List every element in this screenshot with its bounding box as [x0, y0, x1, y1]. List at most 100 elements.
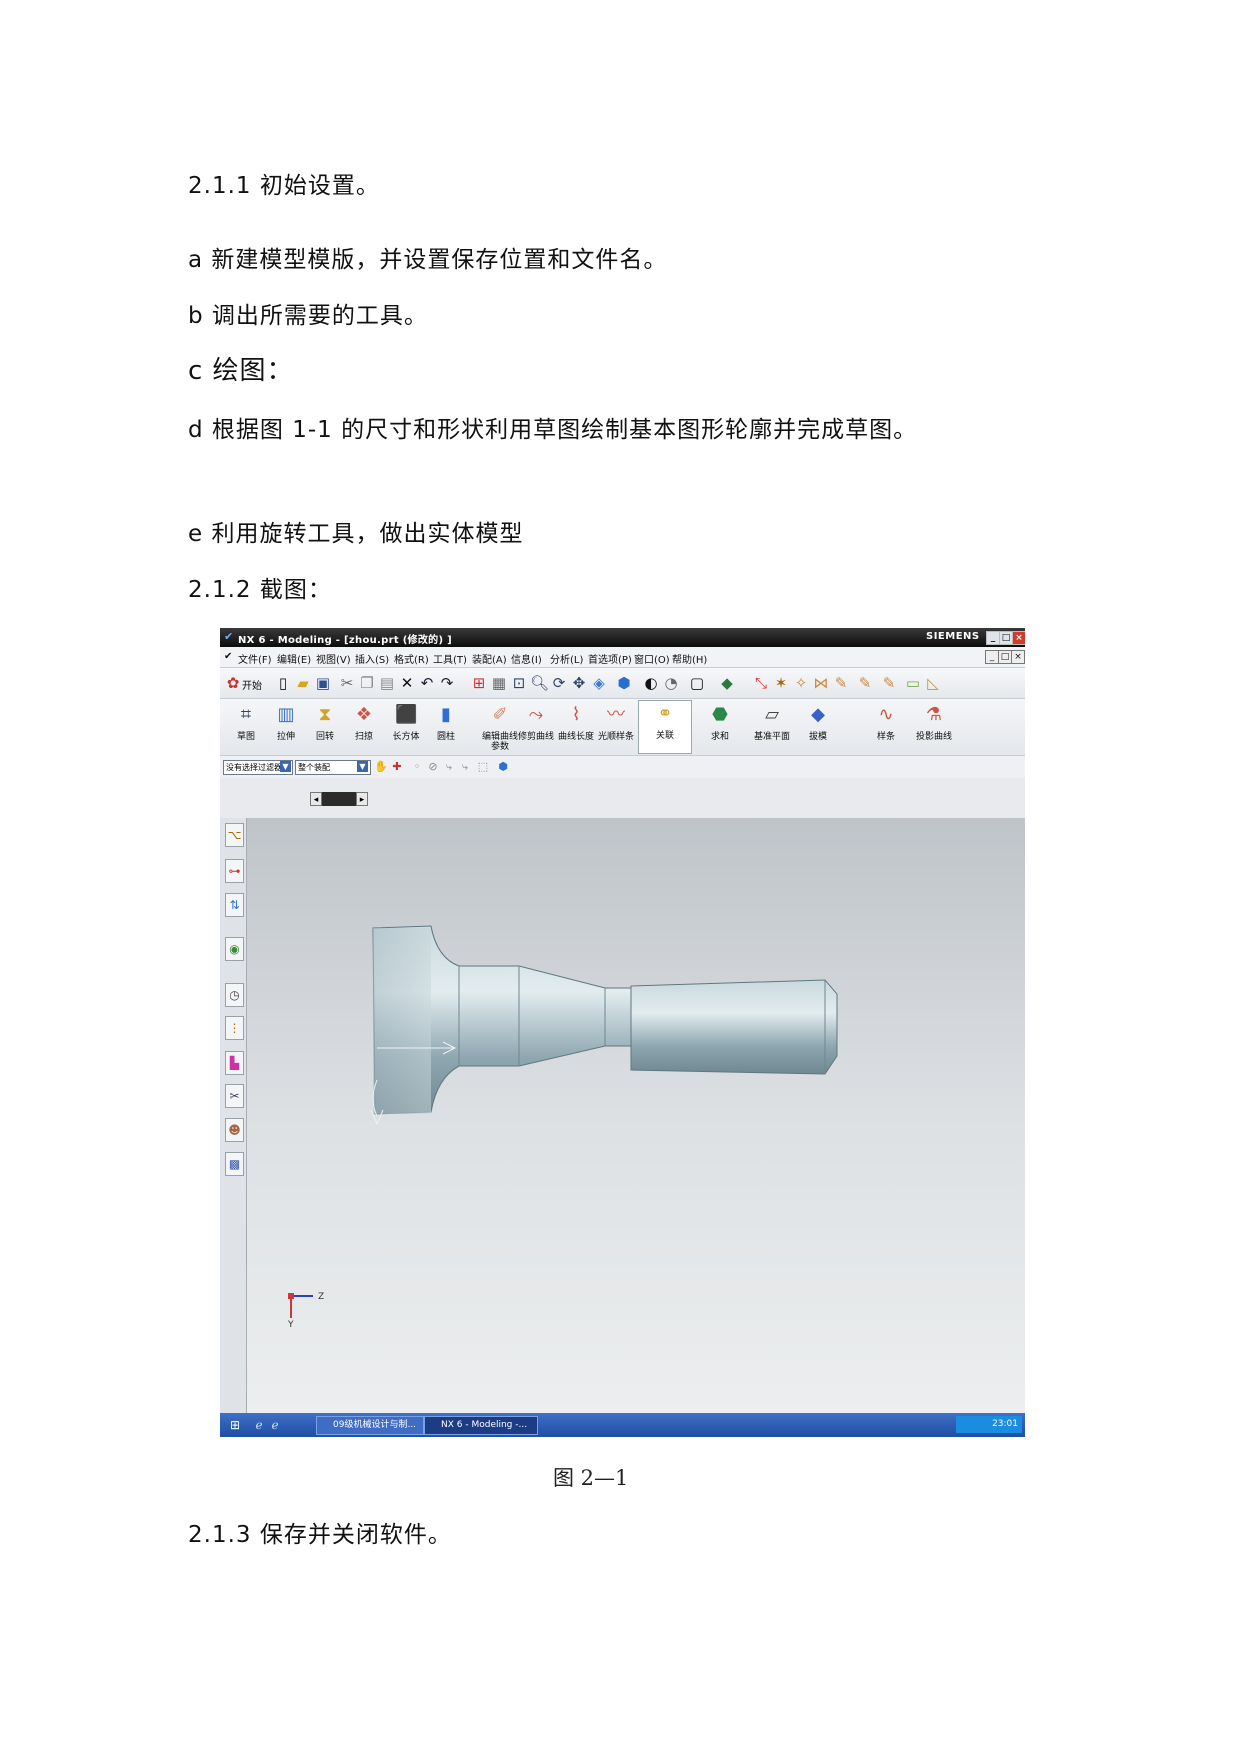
title-bar: ✔ NX 6 - Modeling - [zhou.prt (修改的) ] SI… [220, 628, 1025, 647]
menu-bar: ✔ 文件(F) 编辑(E) 视图(V) 插入(S) 格式(R) 工具(T) 装配… [220, 647, 1025, 668]
constraint-navigator-icon[interactable]: ⊶ [225, 859, 244, 883]
tool-spline[interactable]: ∿ 样条 [860, 702, 912, 750]
pan-icon[interactable]: ✥ [570, 674, 588, 692]
menu-edit[interactable]: 编辑(E) [277, 651, 311, 666]
zoom-icon[interactable]: ⊡ [510, 674, 528, 692]
menu-file[interactable]: 文件(F) [238, 651, 272, 666]
tool-smooth-spline[interactable]: 〰 光顺样条 [590, 702, 642, 750]
start-icon[interactable]: ✿ [224, 674, 242, 692]
system-scenes-icon[interactable]: ▩ [225, 1152, 244, 1176]
close-icon[interactable]: × [1012, 631, 1025, 645]
redo-icon[interactable]: ↷ [438, 674, 456, 692]
tool-smooth-spline-label: 光顺样条 [597, 732, 634, 742]
minimize-icon[interactable]: _ [986, 631, 1000, 645]
step-e: e 利用旋转工具，做出实体模型 [188, 521, 524, 547]
siemens-brand: SIEMENS [926, 631, 980, 642]
menu-format[interactable]: 格式(R) [394, 651, 429, 666]
reuse-library-icon[interactable]: ◉ [225, 937, 244, 961]
menu-view[interactable]: 视图(V) [316, 651, 351, 666]
assembly-navigator-icon[interactable]: ⌥ [225, 823, 244, 847]
heading-screenshot: 2.1.2 截图： [188, 577, 332, 603]
snap-icon[interactable]: ✶ [772, 674, 790, 692]
datum-plane-icon: ▱ [765, 704, 779, 725]
tool-datum-plane[interactable]: ▱ 基准平面 [746, 702, 798, 750]
zoom-area-icon[interactable]: ▦ [490, 674, 508, 692]
type-filter-dropdown-icon[interactable]: ▼ [280, 761, 291, 772]
open-icon[interactable]: ▰ [294, 674, 312, 692]
doc-minimize-icon[interactable]: _ [985, 650, 999, 664]
menu-window[interactable]: 窗口(O) [634, 651, 670, 666]
new-file-icon[interactable]: ▯ [274, 674, 292, 692]
undo-icon[interactable]: ↶ [418, 674, 436, 692]
project-curve-icon: ⚗ [925, 704, 943, 725]
doc-restore-icon[interactable]: □ [998, 650, 1012, 664]
tool-associative[interactable]: ⚭ 关联 [638, 700, 692, 754]
menu-tools[interactable]: 工具(T) [433, 651, 467, 666]
graphics-window[interactable]: Z Y [247, 818, 1025, 1413]
menu-app-icon: ✔ [224, 651, 233, 662]
step-b: b 调出所需要的工具。 [188, 303, 428, 329]
selection-mode-icon[interactable]: ✚ [388, 758, 406, 776]
triangle-icon[interactable]: ◺ [924, 674, 942, 692]
tool-unite-label: 求和 [710, 732, 729, 742]
tool-cylinder[interactable]: ▮ 圆柱 [420, 702, 472, 750]
revolved-shaft-model: Z Y [287, 925, 838, 1330]
box-select-icon[interactable]: ⬚ [474, 758, 492, 776]
tool-project-curve[interactable]: ⚗ 投影曲线 [908, 702, 960, 750]
copy-icon[interactable]: ❐ [358, 674, 376, 692]
menu-help[interactable]: 帮助(H) [672, 651, 707, 666]
taskbar-word-document[interactable]: 09级机械设计与制... [316, 1416, 424, 1435]
figure-caption: 图 2—1 [553, 1466, 629, 1490]
snap-end-icon[interactable]: ✎ [832, 674, 850, 692]
maximize-icon[interactable]: □ [999, 631, 1013, 645]
delete-icon[interactable]: ✕ [398, 674, 416, 692]
unite-icon: ⬣ [712, 704, 728, 725]
perspective-icon[interactable]: ◈ [590, 674, 608, 692]
fit-icon[interactable]: ⊞ [470, 674, 488, 692]
process-studio-icon[interactable]: ✂ [225, 1084, 244, 1108]
menu-insert[interactable]: 插入(S) [355, 651, 389, 666]
tool-unite[interactable]: ⬣ 求和 [694, 702, 746, 750]
tool-project-curve-label: 投影曲线 [915, 732, 952, 742]
body-icon[interactable]: ⬢ [494, 758, 512, 776]
start-button[interactable]: 开始 [242, 677, 262, 692]
scope-dropdown-icon[interactable]: ▼ [357, 761, 368, 772]
rotate-icon[interactable]: ⟳ [550, 674, 568, 692]
nx-screenshot: ✔ NX 6 - Modeling - [zhou.prt (修改的) ] SI… [220, 628, 1025, 1437]
snap-arc-icon[interactable]: ✎ [856, 674, 874, 692]
cut-icon[interactable]: ✂ [338, 674, 356, 692]
sweep-icon: ❖ [355, 704, 373, 725]
render-style-icon[interactable]: ◐ [642, 674, 660, 692]
system-materials-icon[interactable]: ⋮ [225, 1016, 244, 1040]
doc-close-icon[interactable]: × [1011, 650, 1025, 664]
menu-info[interactable]: 信息(I) [511, 651, 542, 666]
start-menu-icon[interactable]: ⊞ [226, 1416, 244, 1434]
snap-mid-icon[interactable]: ⋈ [812, 674, 830, 692]
view-frame-icon[interactable]: ▢ [688, 674, 706, 692]
menu-analysis[interactable]: 分析(L) [550, 651, 583, 666]
tool-associative-label: 关联 [655, 731, 674, 741]
shaded-cube-icon[interactable]: ⬢ [615, 674, 633, 692]
part-navigator-icon[interactable]: ⇅ [225, 893, 244, 917]
taskbar-nx[interactable]: NX 6 - Modeling -... [424, 1416, 538, 1435]
roles-icon[interactable]: ☻ [225, 1118, 244, 1142]
palette-icon[interactable]: ▙ [225, 1051, 244, 1075]
background-icon[interactable]: ◔ [662, 674, 680, 692]
layer-icon[interactable]: ◆ [718, 674, 736, 692]
magnify-icon[interactable]: 🔍︎ [530, 674, 549, 692]
history-icon[interactable]: ◷ [225, 983, 244, 1007]
menu-assembly[interactable]: 装配(A) [472, 651, 507, 666]
menu-preferences[interactable]: 首选项(P) [588, 651, 632, 666]
tab-right-arrow-icon[interactable]: ▸ [356, 792, 368, 806]
quicklaunch-icon[interactable]: ℯ [266, 1416, 284, 1434]
snap-point-icon[interactable]: ✧ [792, 674, 810, 692]
paste-icon[interactable]: ▤ [378, 674, 396, 692]
selection-icon[interactable]: ⤡ [752, 674, 770, 692]
save-icon[interactable]: ▣ [314, 674, 332, 692]
measure-icon[interactable]: ▭ [904, 674, 922, 692]
associative-icon: ⚭ [657, 703, 673, 724]
snap-quad-icon[interactable]: ✎ [880, 674, 898, 692]
select-body-icon[interactable]: ⤷ [456, 758, 474, 776]
tab-left-arrow-icon[interactable]: ◂ [310, 792, 322, 806]
tool-draft[interactable]: ◆ 拔模 [792, 702, 844, 750]
